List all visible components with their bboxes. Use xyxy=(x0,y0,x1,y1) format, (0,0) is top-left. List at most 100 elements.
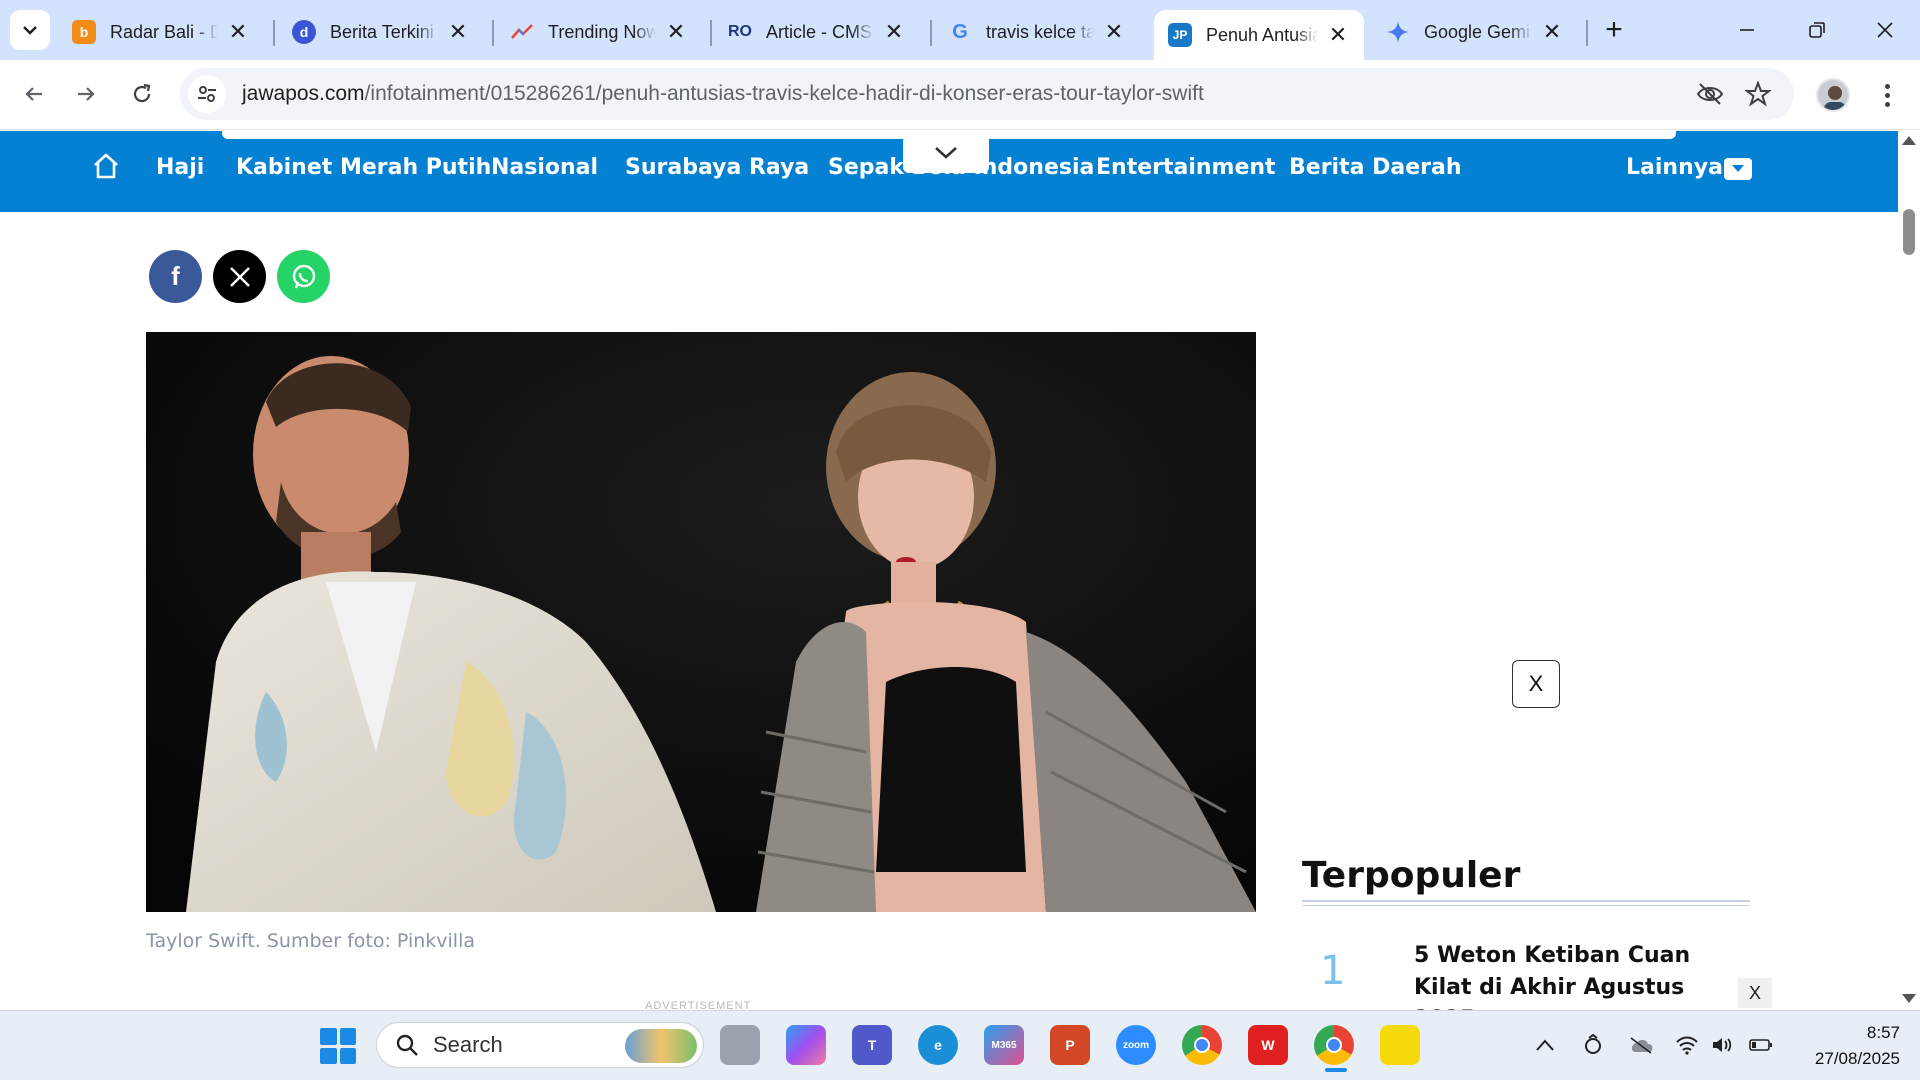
tune-icon xyxy=(198,86,216,102)
page-scrollbar[interactable] xyxy=(1898,131,1920,1010)
close-icon[interactable]: ✕ xyxy=(446,19,470,44)
profile-avatar[interactable] xyxy=(1816,78,1850,112)
photo-illustration xyxy=(146,332,1256,912)
nav-item-kabinet[interactable]: Kabinet Merah Putih xyxy=(236,155,491,185)
taskbar-clock[interactable]: 8:57 27/08/2025 xyxy=(1790,1020,1900,1072)
teams-icon[interactable]: T xyxy=(852,1025,892,1065)
search-highlight-icon xyxy=(625,1029,697,1063)
share-facebook-button[interactable]: f xyxy=(149,250,202,303)
edge-icon[interactable]: e xyxy=(918,1025,958,1065)
heading-underline xyxy=(1302,900,1750,902)
close-icon[interactable]: ✕ xyxy=(664,19,688,44)
back-button[interactable] xyxy=(14,74,54,114)
ad-close-button[interactable]: X xyxy=(1512,660,1560,708)
eye-off-icon xyxy=(1696,83,1724,105)
home-icon[interactable] xyxy=(92,152,120,180)
tab-separator xyxy=(930,20,932,46)
caret-down-icon[interactable] xyxy=(1724,158,1752,180)
bookmark-button[interactable] xyxy=(1744,80,1772,108)
zoom-icon[interactable]: zoom xyxy=(1116,1025,1156,1065)
tab-article-cms[interactable]: RO Article - CMS ✕ xyxy=(714,10,920,54)
site-info-button[interactable] xyxy=(188,75,226,113)
tab-separator xyxy=(273,20,275,46)
tab-radar-bali[interactable]: b Radar Bali - D ✕ xyxy=(58,10,264,54)
reload-button[interactable] xyxy=(122,74,162,114)
taskbar-search-box[interactable]: Search xyxy=(376,1022,704,1068)
tab-penuh-antusias[interactable]: JP Penuh Antusia ✕ xyxy=(1154,10,1364,60)
volume-icon[interactable] xyxy=(1708,1030,1738,1060)
scroll-up-arrow-icon[interactable] xyxy=(1902,136,1916,145)
tracking-protection-button[interactable] xyxy=(1696,80,1724,108)
close-icon[interactable]: ✕ xyxy=(882,19,906,44)
url-text: jawapos.com/infotainment/015286261/penuh… xyxy=(242,82,1204,106)
url-domain: jawapos.com xyxy=(242,82,365,105)
tab-trending-now[interactable]: Trending Now ✕ xyxy=(496,10,702,54)
restore-button[interactable] xyxy=(1792,8,1842,52)
copilot-icon[interactable] xyxy=(786,1025,826,1065)
nav-item-entertainment[interactable]: Entertainment xyxy=(1096,155,1276,185)
m365-icon[interactable]: M365 xyxy=(984,1025,1024,1065)
wps-icon[interactable]: W xyxy=(1248,1025,1288,1065)
scroll-thumb[interactable] xyxy=(1903,209,1915,255)
address-bar[interactable]: jawapos.com/infotainment/015286261/penuh… xyxy=(180,68,1794,120)
whatsapp-icon xyxy=(292,264,315,288)
share-x-button[interactable] xyxy=(213,250,266,303)
photo-caption: Taylor Swift. Sumber foto: Pinkvilla xyxy=(146,930,475,952)
x-logo-icon xyxy=(229,266,250,287)
tab-separator xyxy=(492,20,494,46)
chrome-icon[interactable] xyxy=(1182,1025,1222,1065)
nav-item-surabaya[interactable]: Surabaya Raya xyxy=(625,155,809,185)
tab-google-search[interactable]: G travis kelce ta ✕ xyxy=(934,10,1140,54)
tab-strip: b Radar Bali - D ✕ d Berita Terkini I ✕ … xyxy=(0,0,1920,60)
tab-separator xyxy=(1586,20,1588,46)
tab-google-gemini[interactable]: Google Gemi ✕ xyxy=(1372,10,1578,54)
chevron-up-icon[interactable] xyxy=(1530,1030,1560,1060)
onedrive-offline-icon[interactable] xyxy=(1626,1030,1656,1060)
star-icon xyxy=(1745,81,1771,107)
close-icon[interactable]: ✕ xyxy=(1326,22,1350,47)
url-path: /infotainment/015286261/penuh-antusias-t… xyxy=(364,82,1204,105)
chevron-down-icon xyxy=(935,147,957,159)
gemini-icon xyxy=(1386,20,1410,44)
powerpoint-icon[interactable]: P xyxy=(1050,1025,1090,1065)
nav-item-nasional[interactable]: Nasional xyxy=(491,155,598,185)
scroll-down-arrow-icon[interactable] xyxy=(1902,994,1916,1003)
clock-date: 27/08/2025 xyxy=(1814,1049,1900,1068)
tab-berita-terkini[interactable]: d Berita Terkini I ✕ xyxy=(278,10,484,54)
file-explorer-icon[interactable] xyxy=(720,1025,760,1065)
chevron-down-icon xyxy=(23,26,37,35)
close-icon[interactable]: ✕ xyxy=(1540,19,1564,44)
google-icon: G xyxy=(952,20,968,43)
nav-item-haji[interactable]: Haji xyxy=(156,155,204,185)
cms-icon: RO xyxy=(728,23,752,40)
forward-button[interactable] xyxy=(66,74,106,114)
chrome-profile-icon[interactable] xyxy=(1314,1025,1354,1065)
menu-button[interactable] xyxy=(1874,78,1900,112)
nav-item-lainnya[interactable]: Lainnya xyxy=(1626,155,1723,185)
new-tab-button[interactable]: + xyxy=(1598,13,1630,46)
search-label: Search xyxy=(433,1032,503,1057)
share-whatsapp-button[interactable] xyxy=(277,250,330,303)
sticky-ad-close-button[interactable]: X xyxy=(1738,978,1772,1008)
close-icon[interactable]: ✕ xyxy=(226,19,250,44)
minimize-icon xyxy=(1740,29,1754,31)
facebook-icon: f xyxy=(171,261,180,291)
nav-item-berita-daerah[interactable]: Berita Daerah xyxy=(1289,155,1462,185)
close-window-button[interactable] xyxy=(1860,8,1910,52)
battery-icon[interactable] xyxy=(1746,1030,1776,1060)
clock-time: 8:57 xyxy=(1866,1023,1900,1042)
sync-icon[interactable] xyxy=(1578,1030,1608,1060)
tab-search-button[interactable] xyxy=(10,10,50,50)
avatar-icon xyxy=(1824,86,1846,110)
radar-bali-icon: b xyxy=(72,20,96,44)
wifi-icon[interactable] xyxy=(1672,1030,1702,1060)
close-icon[interactable]: ✕ xyxy=(1102,19,1126,44)
windows-start-button[interactable] xyxy=(320,1028,356,1064)
sticky-notes-icon[interactable] xyxy=(1380,1025,1420,1065)
minimize-button[interactable] xyxy=(1722,8,1772,52)
tab-separator xyxy=(710,20,712,46)
article-photo xyxy=(146,332,1256,912)
collapse-header-button[interactable] xyxy=(903,133,989,173)
reload-icon xyxy=(133,83,151,103)
populer-rank-number: 1 xyxy=(1320,948,1346,994)
